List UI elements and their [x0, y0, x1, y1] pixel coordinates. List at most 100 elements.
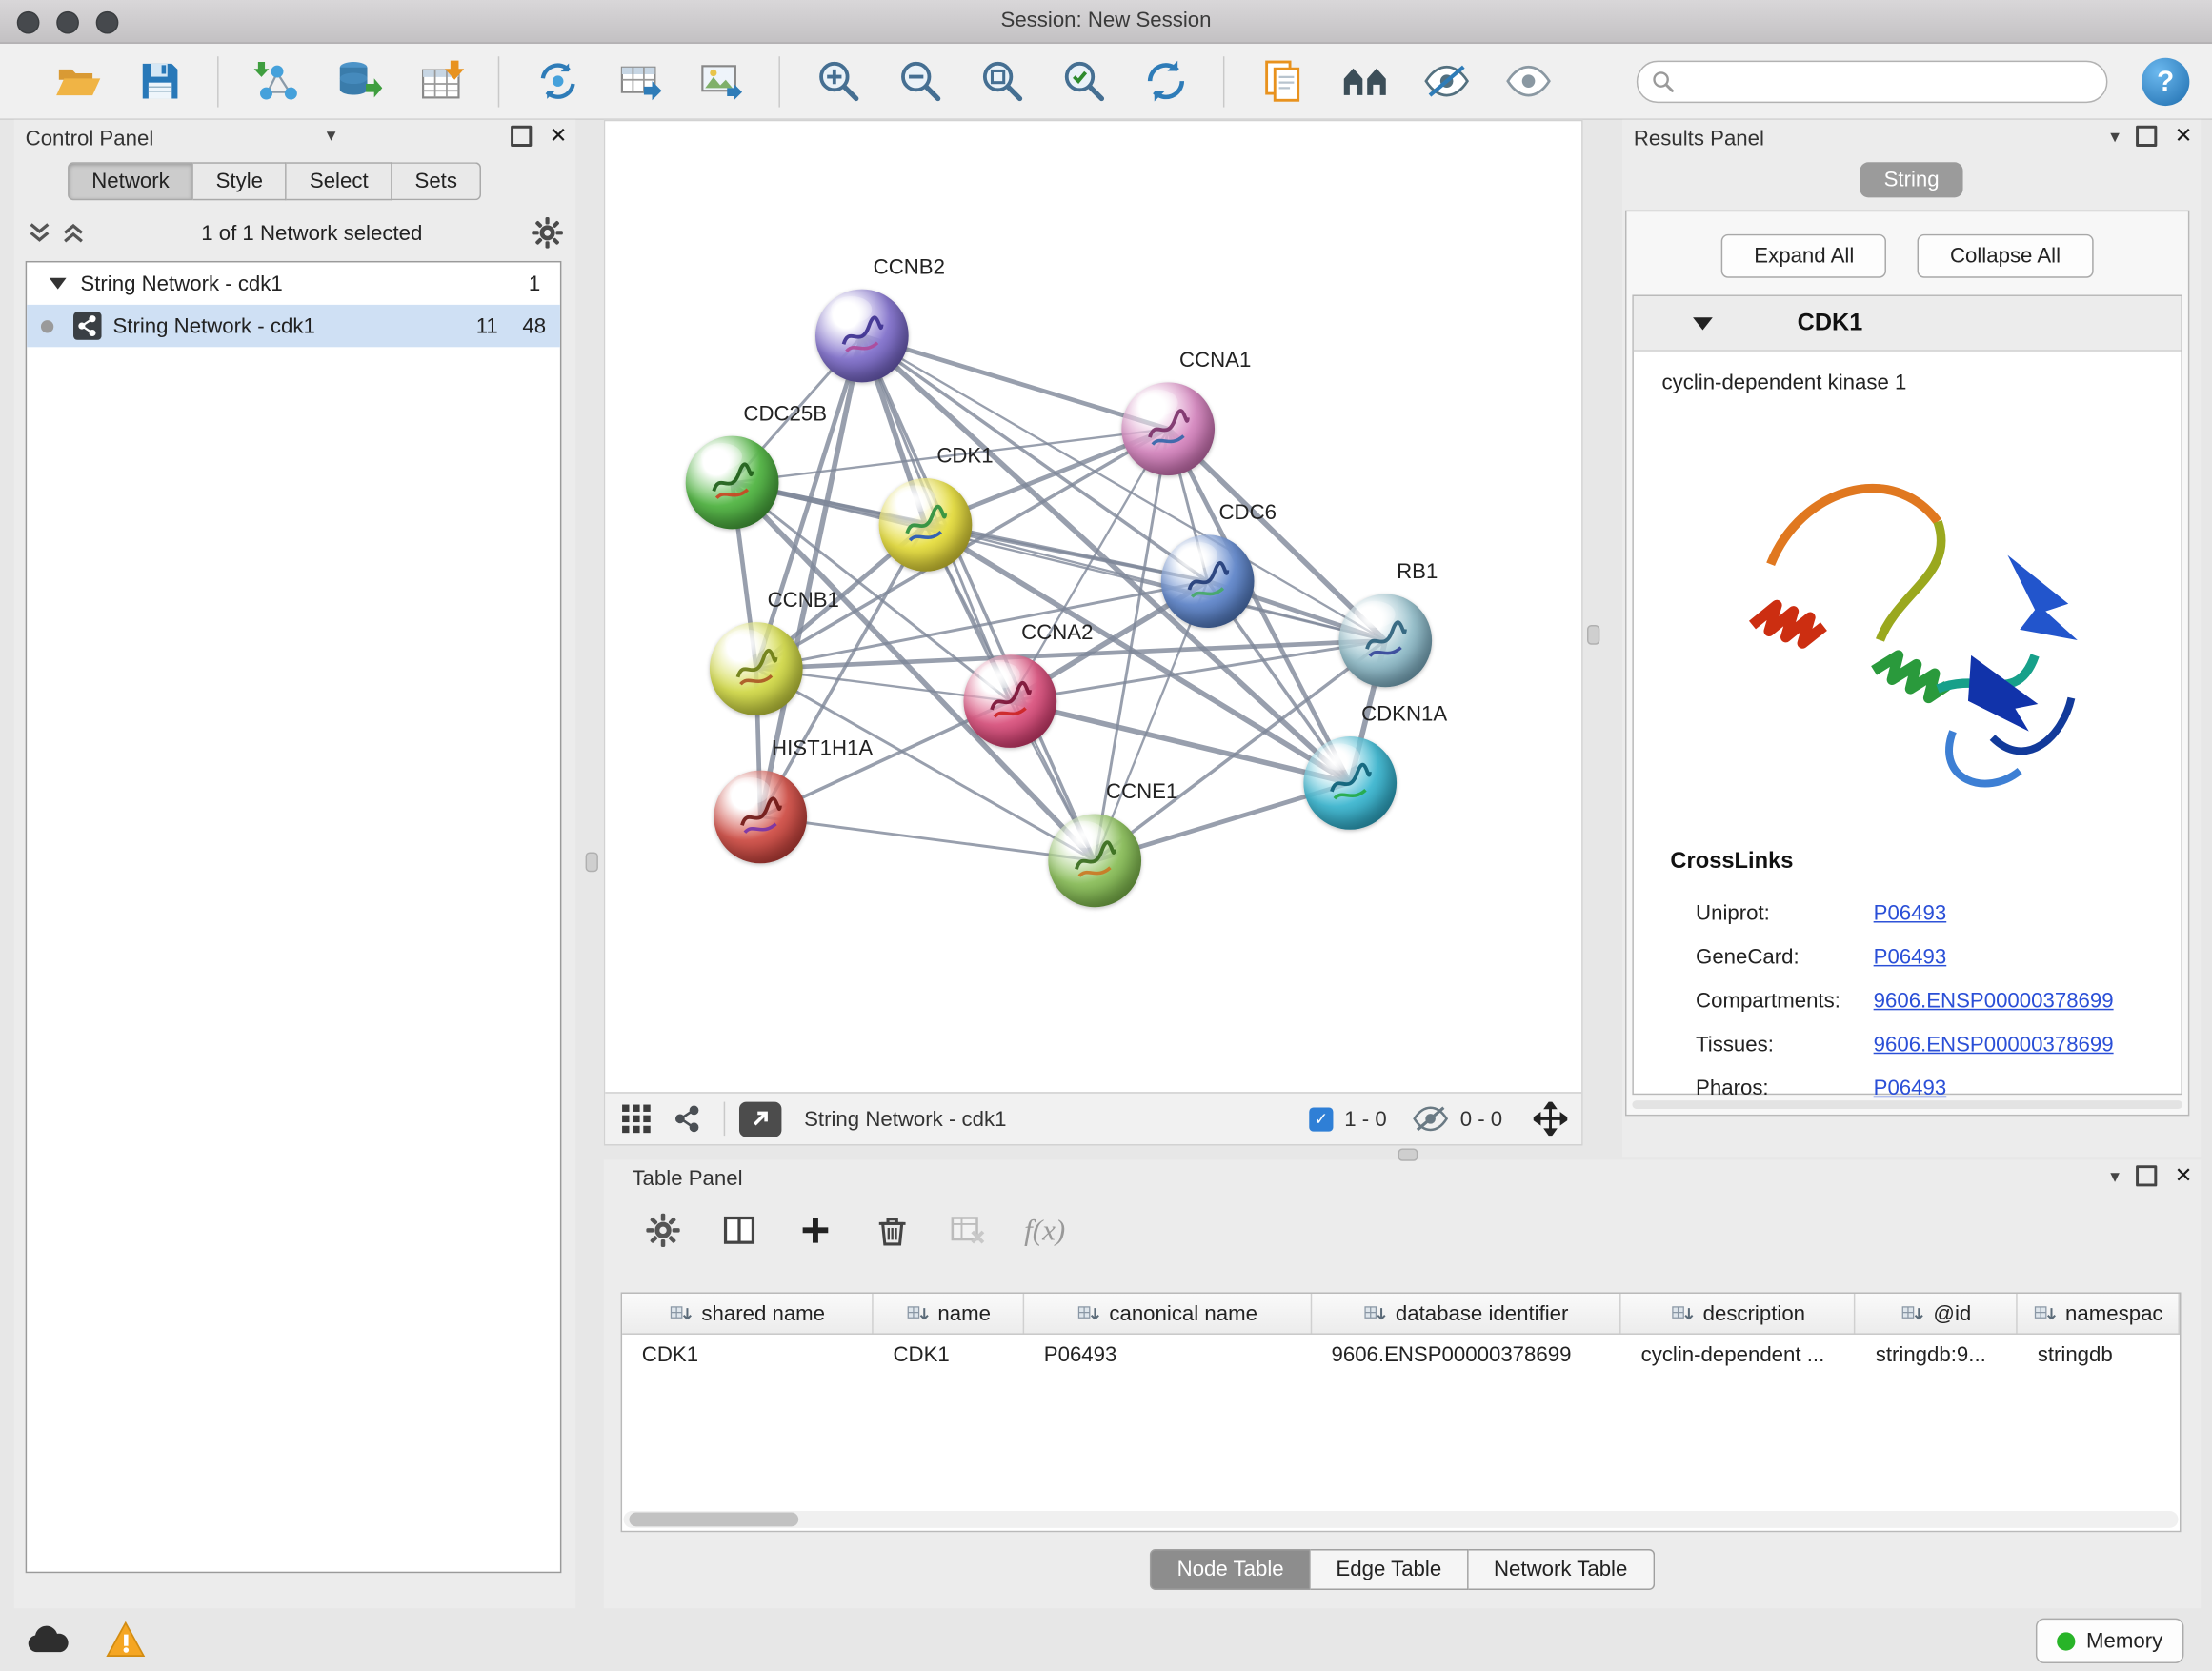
save-session-button[interactable]: [131, 53, 188, 110]
collapse-all-button[interactable]: Collapse All: [1918, 234, 2093, 278]
zoom-fit-button[interactable]: [974, 53, 1030, 110]
network-node-CDK1[interactable]: [879, 478, 973, 572]
network-node-CCNE1[interactable]: [1048, 814, 1141, 907]
search-input[interactable]: [1683, 70, 2106, 95]
splitter-handle[interactable]: [586, 852, 598, 872]
network-canvas[interactable]: CCNB2CCNA1CDC25BCDK1CDC6RB1CCNB1CCNA2CDK…: [605, 121, 1581, 1092]
export-image-button[interactable]: [693, 53, 749, 110]
zoom-selected-button[interactable]: [1056, 53, 1112, 110]
table-horizontal-scrollbar[interactable]: [624, 1511, 2179, 1528]
tab-sets[interactable]: Sets: [392, 162, 481, 200]
show-columns-icon[interactable]: [719, 1211, 758, 1250]
network-node-CDC25B[interactable]: [686, 436, 779, 530]
memory-button[interactable]: Memory: [2036, 1619, 2184, 1663]
network-row-selected[interactable]: String Network - cdk1 11 48: [27, 305, 560, 347]
network-collection-row[interactable]: String Network - cdk1 1: [27, 262, 560, 304]
open-session-button[interactable]: [50, 53, 106, 110]
import-network-file-button[interactable]: [249, 53, 305, 110]
expand-all-button[interactable]: Expand All: [1721, 234, 1886, 278]
scrollbar-thumb[interactable]: [629, 1513, 798, 1527]
show-all-button[interactable]: [1499, 53, 1556, 110]
import-network-database-button[interactable]: [331, 53, 387, 110]
crosslink-value-link[interactable]: 9606.ENSP00000378699: [1874, 989, 2114, 1013]
panel-menu-icon[interactable]: ▾: [2110, 1167, 2120, 1185]
table-settings-gear-icon[interactable]: [643, 1211, 682, 1250]
close-panel-icon[interactable]: ✕: [2175, 126, 2193, 147]
selected-nodes-checkbox-icon[interactable]: ✓: [1309, 1107, 1333, 1131]
table-row[interactable]: CDK1CDK1P064939606.ENSP00000378699cyclin…: [622, 1335, 2180, 1374]
clone-network-button[interactable]: [529, 53, 585, 110]
tab-network-table[interactable]: Network Table: [1468, 1549, 1654, 1590]
crosslink-value-link[interactable]: 9606.ENSP00000378699: [1874, 1033, 2114, 1057]
gear-icon[interactable]: [531, 216, 565, 251]
network-edge[interactable]: [862, 335, 1095, 860]
network-node-HIST1H1A[interactable]: [714, 771, 807, 864]
new-table-button[interactable]: [611, 53, 667, 110]
crosslink-value-link[interactable]: P06493: [1874, 901, 1947, 925]
network-share-icon[interactable]: [670, 1102, 704, 1137]
tab-style[interactable]: Style: [193, 162, 287, 200]
column-header-database-identifier[interactable]: database identifier: [1312, 1294, 1621, 1333]
column-header-shared-name[interactable]: shared name: [622, 1294, 874, 1333]
column-header-name[interactable]: name: [874, 1294, 1024, 1333]
column-header-namespac[interactable]: namespac: [2018, 1294, 2180, 1333]
hidden-eye-slash-icon[interactable]: [1412, 1105, 1449, 1134]
panel-menu-icon[interactable]: ▾: [327, 126, 336, 144]
tab-edge-table[interactable]: Edge Table: [1311, 1549, 1469, 1590]
gene-header[interactable]: CDK1: [1634, 296, 2182, 352]
birdseye-view-button[interactable]: [739, 1101, 781, 1137]
annotation-document-button[interactable]: [1255, 53, 1311, 110]
tab-network[interactable]: Network: [68, 162, 193, 200]
float-panel-icon[interactable]: [2137, 126, 2158, 147]
delete-column-trash-icon[interactable]: [872, 1211, 911, 1250]
expand-all-icon[interactable]: [59, 219, 88, 248]
collapse-gene-icon[interactable]: [1693, 316, 1713, 329]
tree-collapse-icon[interactable]: [50, 278, 67, 290]
crosslink-value-link[interactable]: P06493: [1874, 945, 1947, 969]
import-table-button[interactable]: [412, 53, 468, 110]
network-node-CCNA2[interactable]: [963, 654, 1056, 748]
column-header-canonical-name[interactable]: canonical name: [1024, 1294, 1312, 1333]
network-edge[interactable]: [862, 335, 1168, 429]
panel-menu-icon[interactable]: ▾: [2110, 127, 2120, 145]
function-builder-button[interactable]: f(x): [1024, 1213, 1065, 1248]
zoom-in-button[interactable]: [810, 53, 866, 110]
splitter-handle[interactable]: [1398, 1148, 1418, 1160]
network-edge[interactable]: [925, 525, 1350, 783]
close-panel-icon[interactable]: ✕: [550, 126, 568, 147]
add-column-icon[interactable]: [795, 1211, 835, 1250]
tab-string[interactable]: String: [1860, 162, 1962, 197]
close-panel-icon[interactable]: ✕: [2175, 1165, 2193, 1186]
hide-selected-button[interactable]: [1418, 53, 1474, 110]
search-field[interactable]: [1637, 61, 2108, 103]
help-button[interactable]: ?: [2142, 58, 2189, 106]
apply-layout-button[interactable]: [1137, 53, 1194, 110]
results-scrollbar[interactable]: [1632, 1100, 2182, 1109]
float-panel-icon[interactable]: [2137, 1165, 2158, 1186]
float-panel-icon[interactable]: [512, 126, 533, 147]
splitter-handle[interactable]: [1587, 625, 1599, 645]
network-view-toolbar: String Network - cdk1 ✓ 1 - 0 0 - 0: [605, 1092, 1581, 1144]
network-node-CDKN1A[interactable]: [1303, 736, 1397, 830]
column-header-description[interactable]: description: [1621, 1294, 1856, 1333]
grid-view-icon[interactable]: [619, 1102, 654, 1137]
first-neighbors-button[interactable]: [1336, 53, 1392, 110]
zoom-out-button[interactable]: [892, 53, 948, 110]
tab-node-table[interactable]: Node Table: [1151, 1549, 1311, 1590]
table-panel: Table Panel ▾ ✕ f(x): [604, 1159, 2201, 1608]
tab-select[interactable]: Select: [287, 162, 392, 200]
cloud-status-icon[interactable]: [20, 1620, 73, 1659]
network-edge[interactable]: [760, 816, 1095, 860]
network-node-CCNB1[interactable]: [710, 622, 803, 715]
status-bar: Memory: [0, 1608, 2212, 1670]
node-label-CDK1: CDK1: [936, 444, 993, 468]
network-node-RB1[interactable]: [1338, 594, 1432, 687]
collapse-all-icon[interactable]: [26, 219, 54, 248]
column-header--id[interactable]: @id: [1856, 1294, 2018, 1333]
network-node-CCNA1[interactable]: [1121, 382, 1215, 475]
network-node-CDC6[interactable]: [1161, 534, 1255, 628]
network-node-CCNB2[interactable]: [815, 290, 909, 383]
pan-crosshair-icon[interactable]: [1534, 1102, 1568, 1137]
warning-icon[interactable]: [99, 1620, 152, 1659]
crosslink-value-link[interactable]: P06493: [1874, 1077, 1947, 1100]
